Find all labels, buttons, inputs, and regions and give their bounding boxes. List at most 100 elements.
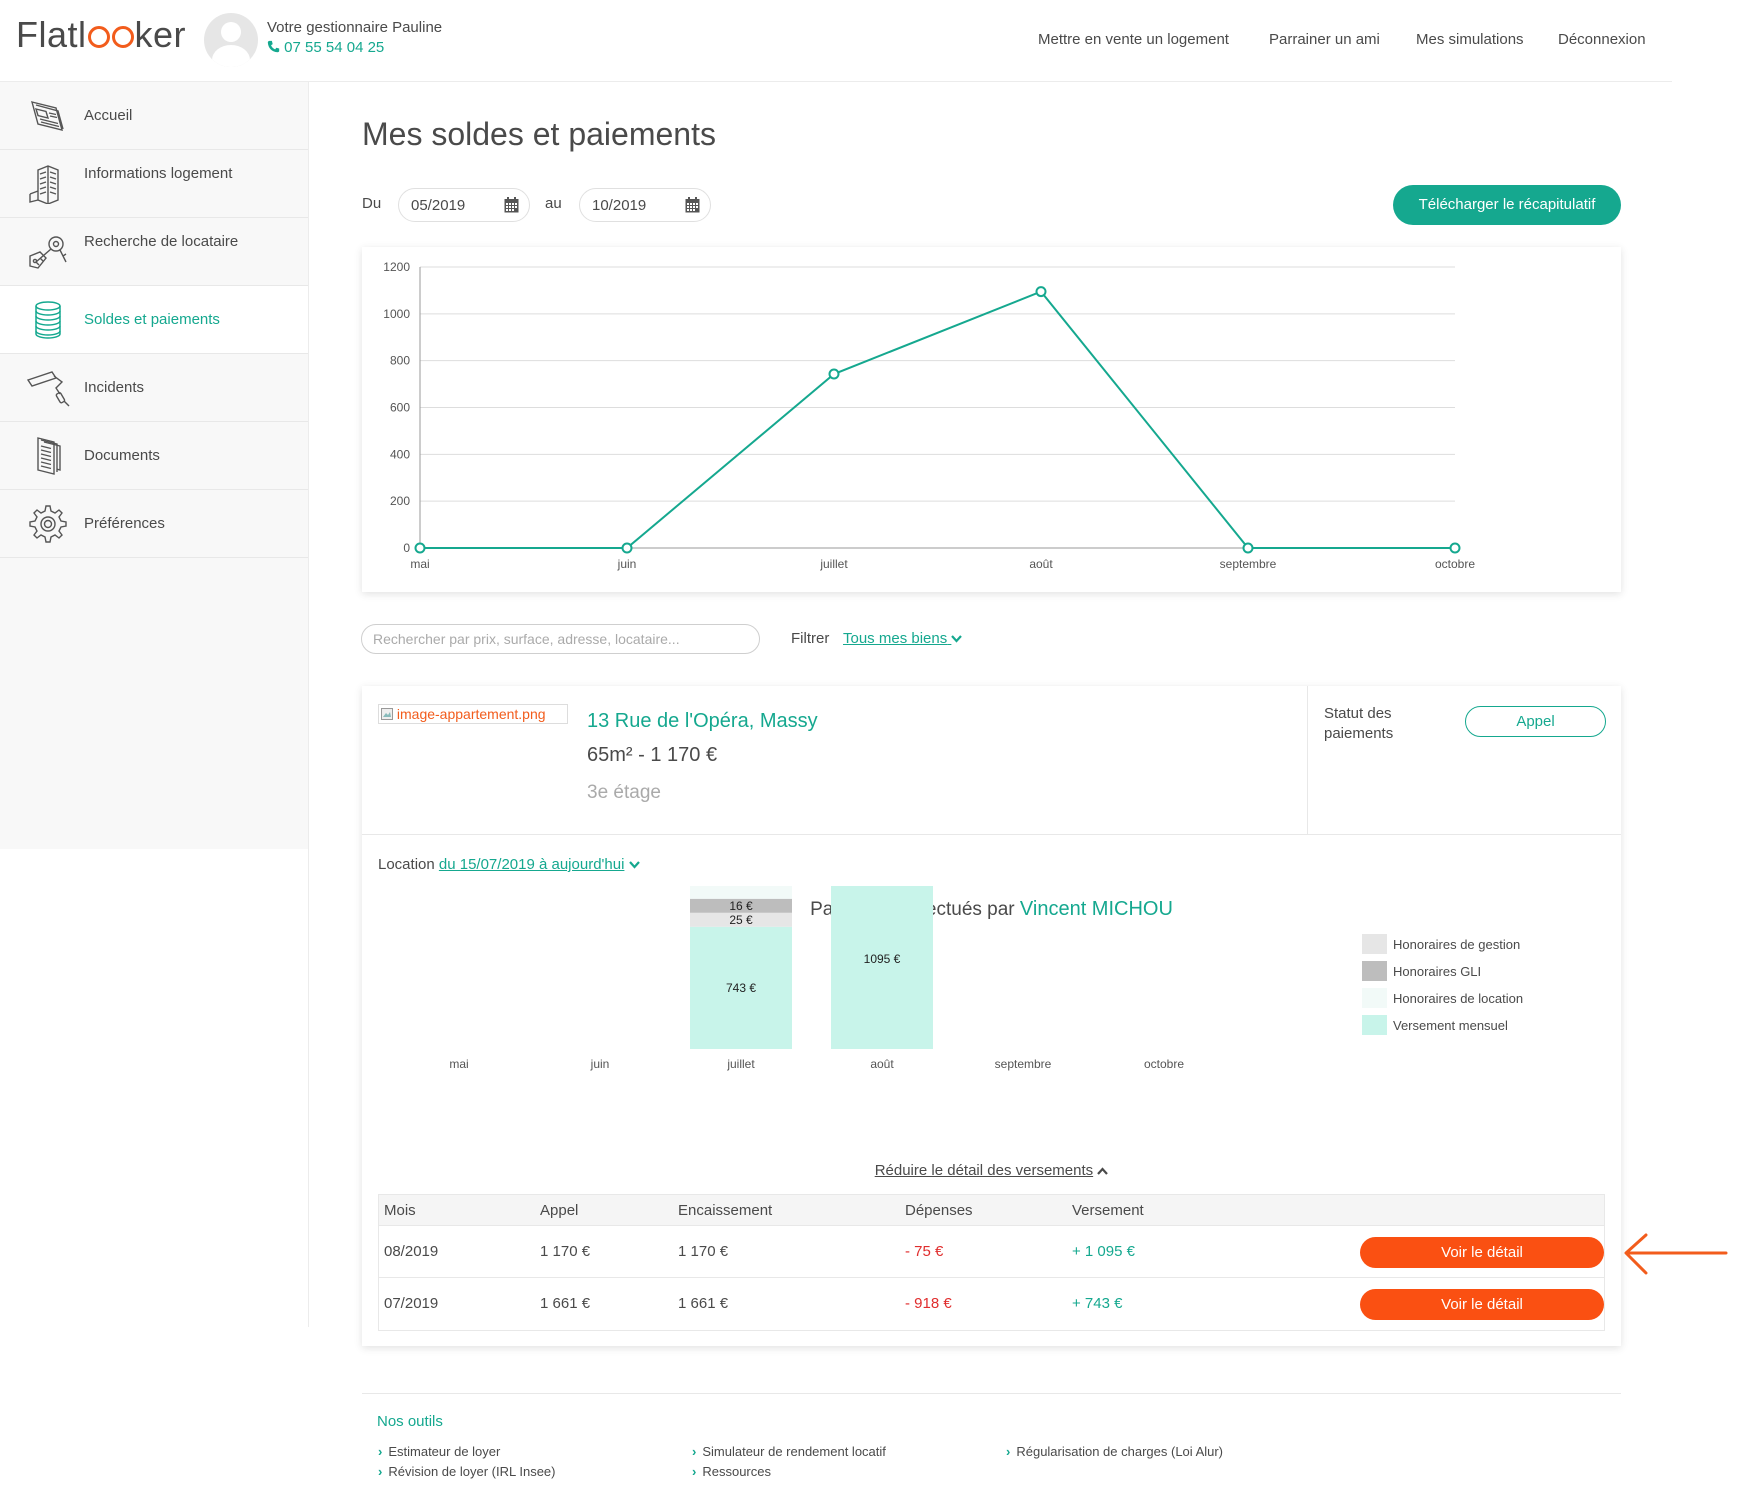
legend-swatch (1362, 1015, 1387, 1035)
x-tick-label: juin (617, 557, 637, 571)
annotation-arrow-icon (1624, 1233, 1728, 1275)
x-tick-label: septembre (995, 1057, 1052, 1071)
y-tick-label: 600 (390, 401, 410, 415)
manager-avatar (204, 13, 258, 67)
y-tick-label: 200 (390, 494, 410, 508)
property-card: image-appartement.png 13 Rue de l'Opéra,… (362, 686, 1621, 1346)
nav-refer-friend[interactable]: Parrainer un ami (1269, 31, 1380, 48)
sidebar-item-label: Incidents (84, 379, 145, 396)
sidebar-item-informations-logement[interactable]: Informations logement (0, 150, 308, 218)
y-tick-label: 0 (403, 541, 410, 555)
coins-icon (35, 301, 61, 339)
property-address[interactable]: 13 Rue de l'Opéra, Massy (587, 710, 818, 733)
location-period-dropdown[interactable]: du 15/07/2019 à aujourd'hui (439, 856, 625, 873)
cell-depenses: - 75 € (905, 1243, 944, 1260)
cell-encaissement: 1 661 € (678, 1295, 729, 1312)
nav-sell-property[interactable]: Mettre en vente un logement (1038, 31, 1229, 48)
legend-swatch (1362, 934, 1387, 954)
data-point[interactable] (1035, 286, 1047, 298)
date-to-input[interactable]: 10/2019 (579, 188, 711, 222)
cell-versement: + 1 095 € (1072, 1243, 1135, 1260)
sidebar-item-label: Recherche de locataire (84, 233, 239, 250)
bar-value-label: 1095 € (864, 952, 901, 966)
chevron-up-icon (1097, 1167, 1109, 1175)
sidebar: Accueil Informations logement Recherche … (0, 82, 309, 1327)
data-point[interactable] (414, 542, 426, 554)
calendar-icon (685, 197, 700, 213)
download-summary-button[interactable]: Télécharger le récapitulatif (1393, 185, 1621, 225)
y-tick-label: 1000 (383, 307, 410, 321)
tool-link-ressources[interactable]: › Ressources (692, 1464, 771, 1479)
manager-phone[interactable]: 07 55 54 04 25 (267, 39, 384, 56)
date-from-label: Du (362, 195, 382, 212)
data-point[interactable] (1242, 542, 1254, 554)
sidebar-item-accueil[interactable]: Accueil (0, 82, 308, 150)
payments-stacked-bar-chart: maijuin743 €25 €16 €877 €juillet1095 €46… (449, 886, 1184, 1071)
top-header: Flatl ker Votre gestionnaire Pauline 07 5… (0, 0, 1672, 82)
manager-name: Votre gestionnaire Pauline (267, 19, 443, 36)
table-header: Mois Appel Encaissement Dépenses Verseme… (379, 1195, 1604, 1226)
reduce-details-link[interactable]: Réduire le détail des versements (362, 1162, 1621, 1179)
tool-link-estimateur-loyer[interactable]: › Estimateur de loyer (378, 1444, 500, 1459)
x-tick-label: août (870, 1057, 894, 1071)
footer-divider (362, 1393, 1621, 1394)
balance-line-chart: 0 200 400 600 800 1000 1200 mai juin juillet août s… (383, 260, 1475, 571)
nav-logout[interactable]: Déconnexion (1558, 31, 1646, 48)
broken-image-icon (381, 708, 393, 720)
sidebar-item-incidents[interactable]: Incidents (0, 354, 308, 422)
bar-value-label: 743 € (726, 981, 756, 995)
column-header-encaissement: Encaissement (678, 1202, 773, 1219)
cell-versement: + 743 € (1072, 1295, 1123, 1312)
date-from-input[interactable]: 05/2019 (398, 188, 530, 222)
newspaper-icon (31, 101, 64, 131)
chevron-down-icon (628, 861, 640, 869)
x-tick-label: juillet (819, 557, 848, 571)
chevron-right-icon: › (378, 1444, 383, 1459)
sidebar-item-documents[interactable]: Documents (0, 422, 308, 490)
view-detail-button[interactable]: Voir le détail (1360, 1289, 1604, 1320)
tool-link-simulateur-rendement[interactable]: › Simulateur de rendement locatif (692, 1444, 886, 1459)
tools-title: Nos outils (377, 1413, 443, 1430)
chevron-right-icon: › (692, 1444, 697, 1459)
x-tick-label: octobre (1144, 1057, 1184, 1071)
y-tick-label: 800 (390, 354, 410, 368)
cell-mois: 08/2019 (384, 1243, 439, 1260)
payment-status-label: Statut des paiements (1324, 705, 1394, 742)
table-row: 08/2019 1 170 € 1 170 € - 75 € + 1 095 €… (379, 1226, 1604, 1278)
chevron-right-icon: › (692, 1464, 697, 1479)
legend-swatch (1362, 961, 1387, 981)
data-point[interactable] (1449, 542, 1461, 554)
appel-status-button[interactable]: Appel (1465, 706, 1606, 737)
data-point[interactable] (828, 368, 840, 380)
column-header-depenses: Dépenses (905, 1202, 973, 1219)
logo-o-ring (87, 26, 110, 48)
legend-label: Honoraires GLI (1393, 964, 1482, 979)
filter-label: Filtrer (791, 630, 830, 647)
filter-dropdown[interactable]: Tous mes biens (843, 630, 963, 647)
date-to-label: au (545, 195, 562, 212)
nav-my-simulations[interactable]: Mes simulations (1416, 31, 1524, 48)
x-tick-label: mai (449, 1057, 468, 1071)
column-header-versement: Versement (1072, 1202, 1144, 1219)
bar-segment[interactable] (690, 886, 792, 899)
tool-link-revision-loyer[interactable]: › Révision de loyer (IRL Insee) (378, 1464, 556, 1479)
logo-o-ring (111, 26, 134, 48)
sidebar-item-preferences[interactable]: Préférences (0, 490, 308, 558)
tool-link-regularisation-charges[interactable]: › Régularisation de charges (Loi Alur) (1006, 1444, 1223, 1459)
view-detail-button[interactable]: Voir le détail (1360, 1237, 1604, 1268)
sidebar-item-label: Soldes et paiements (84, 311, 220, 328)
sidebar-item-soldes-paiements[interactable]: Soldes et paiements (0, 286, 308, 354)
bar-value-label: 16 € (729, 899, 753, 913)
data-point[interactable] (621, 542, 633, 554)
cell-depenses: - 918 € (905, 1295, 952, 1312)
sidebar-item-label: Documents (84, 447, 160, 464)
bar-segment[interactable] (831, 886, 933, 1049)
property-image[interactable]: image-appartement.png (378, 704, 568, 724)
chevron-right-icon: › (1006, 1444, 1011, 1459)
flatlooker-logo[interactable]: Flatl ker (16, 14, 186, 56)
table-row: 07/2019 1 661 € 1 661 € - 918 € + 743 € … (379, 1278, 1604, 1330)
sidebar-item-recherche-locataire[interactable]: Recherche de locataire (0, 218, 308, 286)
cell-appel: 1 661 € (540, 1295, 591, 1312)
x-tick-label: juillet (726, 1057, 755, 1071)
search-input[interactable]: Rechercher par prix, surface, adresse, l… (361, 624, 760, 654)
